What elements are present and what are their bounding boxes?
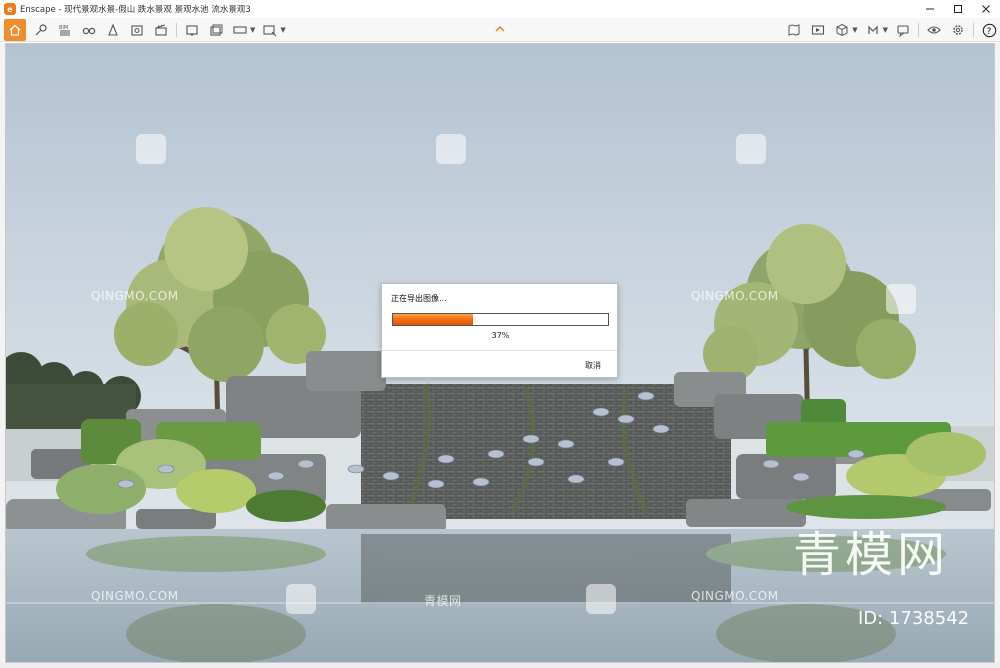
watermark-logo-icon (736, 134, 766, 164)
watermark-site-text: QINGMO.COM (691, 589, 779, 603)
panorama-icon (233, 25, 247, 34)
watermark-logo-icon (886, 284, 916, 314)
material-editor-button[interactable] (864, 21, 882, 39)
collaborate-button[interactable] (894, 21, 912, 39)
watermark-site-text: QINGMO.COM (91, 589, 179, 603)
asset-library-button[interactable] (833, 21, 851, 39)
exe-export-dropdown-icon[interactable]: ▼ (280, 26, 285, 34)
panorama-dropdown-icon[interactable]: ▼ (250, 26, 255, 34)
dialog-divider (382, 350, 617, 351)
exe-export-icon (263, 24, 277, 36)
svg-text:BIM: BIM (59, 25, 68, 31)
watermark-logo-icon (586, 584, 616, 614)
screenshot-button[interactable] (183, 21, 201, 39)
help-icon: ? (982, 23, 996, 37)
watermark-site-text: QINGMO.COM (91, 289, 179, 303)
help-button[interactable]: ? (980, 21, 998, 39)
upload-button[interactable] (104, 21, 122, 39)
toolbar-right-group: ▼ ▼ ? (779, 18, 998, 42)
close-button[interactable] (972, 0, 1000, 18)
enscape-logo-icon: e (4, 3, 16, 15)
bim-button[interactable]: BIM (56, 21, 74, 39)
watermark-id-text: ID: 1738542 (858, 608, 970, 629)
video-editor-button[interactable] (809, 21, 827, 39)
right-edge (995, 43, 1000, 668)
enscape-window: e Enscape - 现代景观水景-假山 跌水景观 景观水池 流水景观3 BI… (0, 0, 1000, 668)
title-bar: e Enscape - 现代景观水景-假山 跌水景观 景观水池 流水景观3 (0, 0, 1000, 18)
svg-text:?: ? (986, 27, 991, 37)
toolbar-divider (176, 22, 177, 37)
bottom-edge (0, 663, 1000, 668)
progress-bar (392, 313, 609, 326)
maximize-button[interactable] (944, 0, 972, 18)
progress-bar-fill (393, 314, 473, 325)
clapper-icon (155, 24, 167, 36)
export-icon (131, 24, 143, 36)
home-icon (9, 24, 21, 36)
batch-render-icon (210, 24, 223, 36)
map-button[interactable] (785, 21, 803, 39)
location-pin-icon (35, 23, 47, 35)
settings-icon (953, 25, 963, 35)
collaborate-icon (897, 25, 909, 37)
watermark-brand-large: 青模网 (793, 527, 950, 583)
video-editor-icon (812, 25, 825, 35)
binoculars-icon (82, 27, 96, 34)
watermark-logo-icon (286, 584, 316, 614)
map-icon (788, 24, 800, 36)
window-title: Enscape - 现代景观水景-假山 跌水景观 景观水池 流水景观3 (20, 5, 251, 15)
minimize-icon (926, 8, 934, 10)
upload-icon (108, 23, 118, 36)
bim-icon: BIM (59, 25, 70, 35)
binoculars-button[interactable] (80, 21, 98, 39)
dialog-title: 正在导出图像... (391, 294, 447, 303)
toolbar-divider-right-2 (973, 23, 974, 37)
window-controls (916, 0, 1000, 18)
minimize-button[interactable] (916, 0, 944, 18)
export-button[interactable] (128, 21, 146, 39)
location-pin-button[interactable] (32, 21, 50, 39)
asset-library-icon (836, 23, 848, 37)
watermark-logo-icon (436, 134, 466, 164)
home-button[interactable] (4, 18, 26, 41)
toolbar: BIM ▼ ▼ ▼ ▼ ? (0, 18, 1000, 42)
clapper-button[interactable] (152, 21, 170, 39)
toolbar-divider-right (918, 23, 919, 37)
material-editor-dropdown-icon[interactable]: ▼ (883, 26, 888, 34)
exe-export-button[interactable] (261, 21, 279, 39)
panorama-button[interactable] (231, 21, 249, 39)
watermark-logo-icon (136, 134, 166, 164)
screenshot-icon (186, 24, 198, 36)
maximize-icon (954, 5, 962, 13)
watermark-brand-text: 青模网 (424, 594, 462, 608)
visual-settings-icon (927, 26, 941, 34)
progress-percent: 37% (491, 331, 510, 340)
close-icon (982, 5, 990, 13)
material-editor-icon (868, 25, 878, 34)
export-progress-dialog: 正在导出图像... 37% 取消 (381, 283, 618, 378)
cancel-button[interactable]: 取消 (585, 360, 601, 371)
settings-button[interactable] (949, 21, 967, 39)
watermark-site-text: QINGMO.COM (691, 289, 779, 303)
visual-settings-button[interactable] (925, 21, 943, 39)
asset-library-dropdown-icon[interactable]: ▼ (852, 26, 857, 34)
collapse-toolbar-button[interactable] (493, 22, 507, 36)
collapse-chevron-icon (495, 25, 505, 32)
batch-render-button[interactable] (207, 21, 225, 39)
